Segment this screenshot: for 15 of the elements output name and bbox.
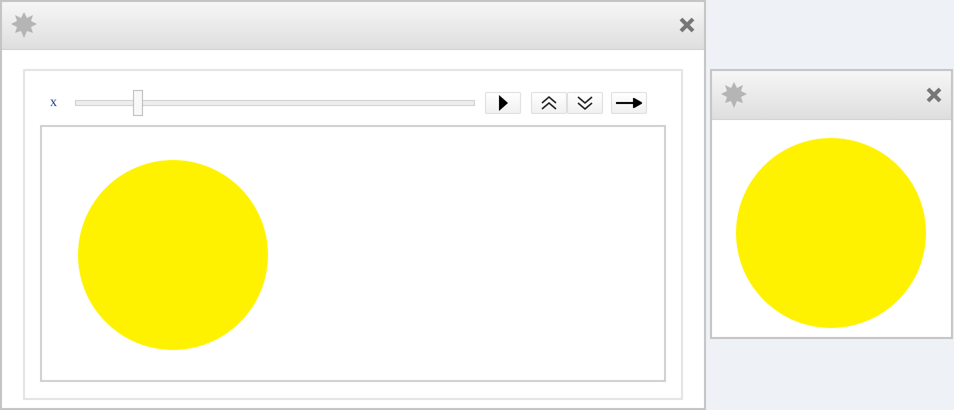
slider[interactable] [75,90,475,116]
close-icon[interactable] [925,86,943,104]
step-button[interactable] [611,92,647,114]
close-icon[interactable] [678,16,696,34]
double-chevron-up-icon [540,94,558,111]
slider-label: x [49,94,58,111]
slower-button[interactable] [567,92,603,114]
play-button[interactable] [485,92,521,114]
slider-thumb[interactable] [133,90,143,116]
gear-icon [10,11,38,40]
play-icon [498,94,508,111]
double-chevron-down-icon [576,94,594,111]
gear-icon [720,81,748,109]
faster-button[interactable] [531,92,567,114]
arrow-right-icon [616,98,642,108]
